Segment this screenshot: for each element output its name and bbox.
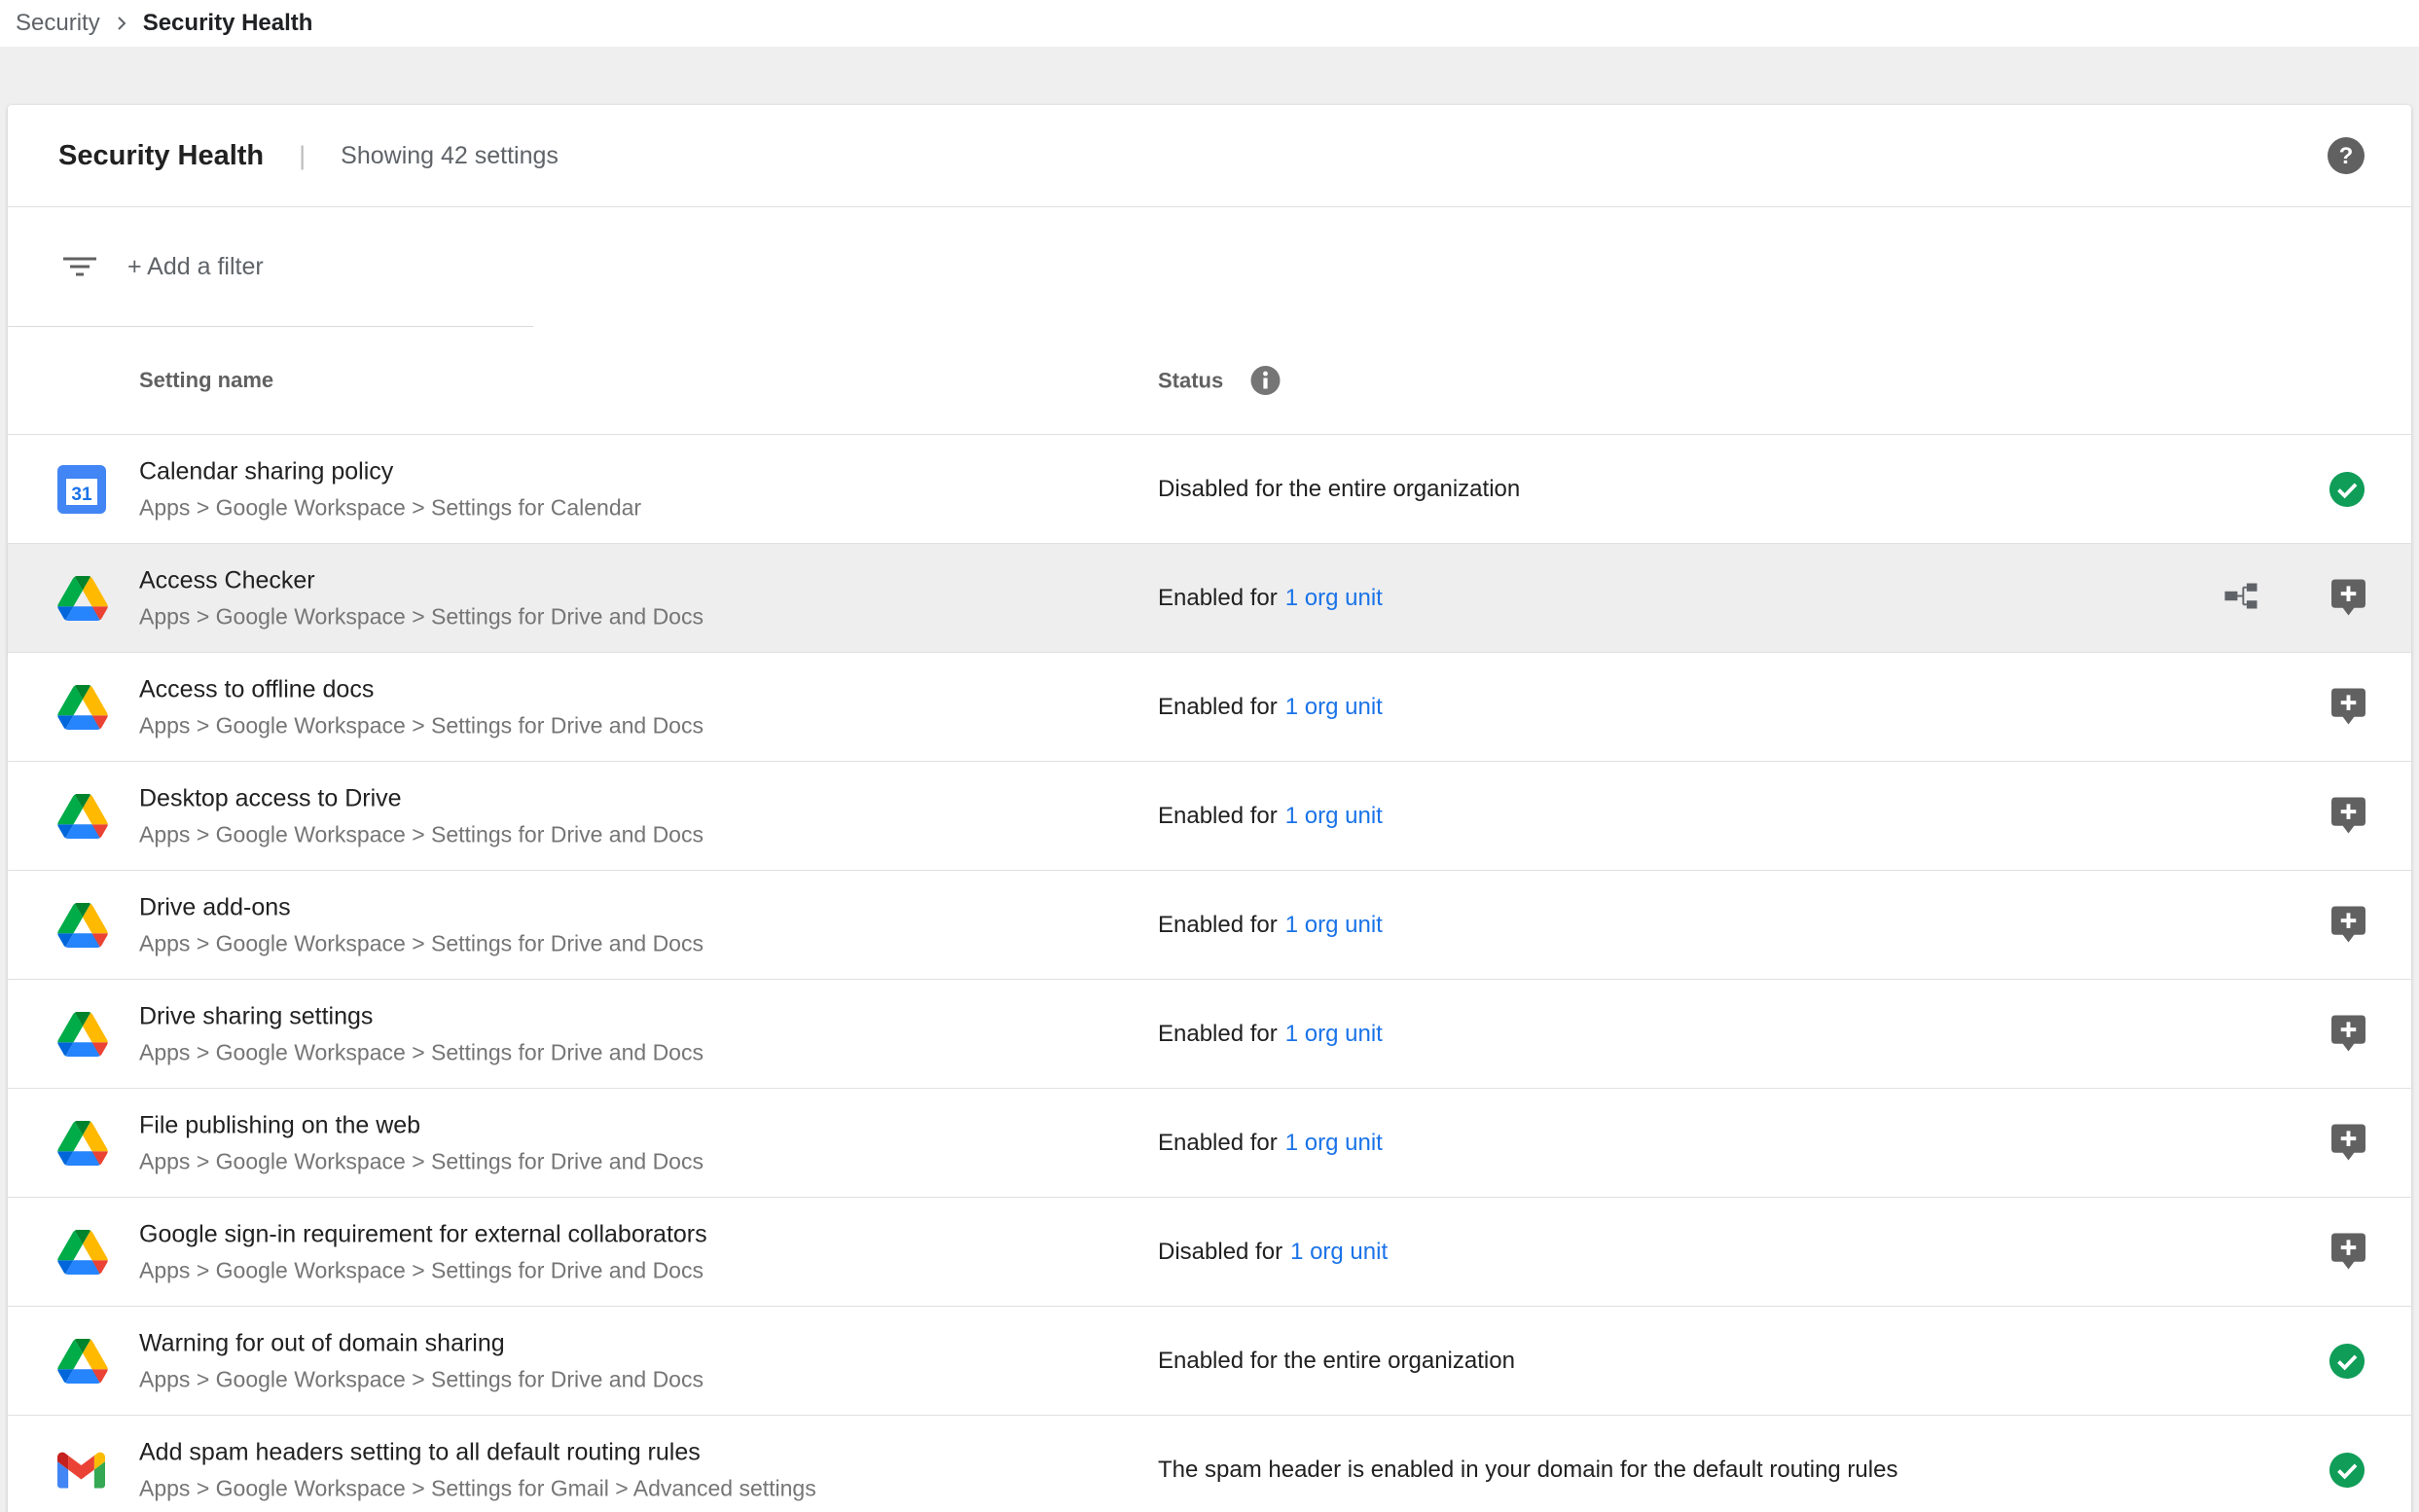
breadcrumb-chevron-icon xyxy=(112,14,131,33)
setting-name: Drive sharing settings xyxy=(139,1002,704,1030)
table-row[interactable]: 31 Warning for out of domai xyxy=(8,1307,2411,1416)
status-cell: Enabled for 1 org unit xyxy=(1158,912,1383,939)
status-cell: Disabled for the entire organization xyxy=(1158,476,1520,503)
breadcrumb-security-link[interactable]: Security xyxy=(16,10,100,37)
add-filter-button[interactable]: + Add a filter xyxy=(127,253,264,281)
security-health-card: Security Health | Showing 42 settings ? … xyxy=(8,105,2411,1512)
drive-icon xyxy=(57,576,108,621)
status-text: Enabled for xyxy=(1158,1130,1278,1156)
status-cell: The spam header is enabled in your domai… xyxy=(1158,1457,1897,1484)
status-text: Enabled for xyxy=(1158,694,1278,720)
setting-name: Calendar sharing policy xyxy=(139,457,641,486)
setting-name: Add spam headers setting to all default … xyxy=(139,1438,816,1466)
status-ok-icon xyxy=(2329,1452,2365,1489)
column-header-setting-name: Setting name xyxy=(139,368,273,393)
drive-icon xyxy=(57,903,108,948)
settings-count: Showing 42 settings xyxy=(341,142,559,170)
recommendation-icon[interactable] xyxy=(2331,579,2365,617)
org-unit-link[interactable]: 1 org unit xyxy=(1285,1130,1383,1156)
recommendation-icon[interactable] xyxy=(2331,1233,2365,1271)
table-row[interactable]: 31 Calendar sharing policy xyxy=(8,435,2411,544)
status-cell: Enabled for 1 org unit xyxy=(1158,1021,1383,1048)
setting-path: Apps > Google Workspace > Settings for D… xyxy=(139,603,704,630)
breadcrumb-current: Security Health xyxy=(143,10,313,37)
table-row[interactable]: 31 Google sign-in requireme xyxy=(8,1198,2411,1307)
calendar-icon: 31 xyxy=(57,465,106,514)
recommendation-icon[interactable] xyxy=(2331,688,2365,726)
table-row[interactable]: 31 Drive add-ons Apps xyxy=(8,871,2411,980)
recommendation-icon[interactable] xyxy=(2331,797,2365,835)
status-text: Enabled for xyxy=(1158,585,1278,611)
org-unit-link[interactable]: 1 org unit xyxy=(1290,1239,1388,1265)
status-text: The spam header is enabled in your domai… xyxy=(1158,1457,1897,1483)
org-unit-link[interactable]: 1 org unit xyxy=(1285,585,1383,611)
setting-name: Desktop access to Drive xyxy=(139,784,704,812)
table-row[interactable]: 31 File publishing on the w xyxy=(8,1089,2411,1198)
drive-icon xyxy=(57,1230,108,1275)
filter-row: + Add a filter xyxy=(8,207,2411,326)
setting-name: Warning for out of domain sharing xyxy=(139,1329,704,1357)
setting-name: Google sign-in requirement for external … xyxy=(139,1220,707,1248)
page-title: Security Health xyxy=(58,140,264,172)
status-text: Enabled for xyxy=(1158,803,1278,829)
table-row[interactable]: 31 Add spam headers setting xyxy=(8,1416,2411,1512)
org-unit-icon[interactable] xyxy=(2224,583,2257,613)
org-unit-link[interactable]: 1 org unit xyxy=(1285,694,1383,720)
setting-path: Apps > Google Workspace > Settings for D… xyxy=(139,821,704,847)
status-cell: Disabled for 1 org unit xyxy=(1158,1239,1388,1266)
status-cell: Enabled for 1 org unit xyxy=(1158,1130,1383,1157)
drive-icon xyxy=(57,794,108,839)
help-icon: ? xyxy=(2327,136,2365,175)
setting-name: Access to offline docs xyxy=(139,675,704,703)
table-body: 31 Calendar sharing policy xyxy=(8,435,2411,1512)
info-icon[interactable] xyxy=(1250,366,1281,396)
drive-icon xyxy=(57,685,108,730)
org-unit-link[interactable]: 1 org unit xyxy=(1285,803,1383,829)
setting-path: Apps > Google Workspace > Settings for D… xyxy=(139,1148,704,1174)
status-ok-icon xyxy=(2329,471,2365,508)
table-row[interactable]: 31 Access to offline docs xyxy=(8,653,2411,762)
setting-path: Apps > Google Workspace > Settings for D… xyxy=(139,712,704,738)
recommendation-icon[interactable] xyxy=(2331,1015,2365,1053)
setting-path: Apps > Google Workspace > Settings for G… xyxy=(139,1475,816,1501)
card-header: Security Health | Showing 42 settings ? xyxy=(8,105,2411,207)
recommendation-icon[interactable] xyxy=(2331,1124,2365,1162)
filter-icon xyxy=(61,255,98,278)
org-unit-link[interactable]: 1 org unit xyxy=(1285,1021,1383,1047)
table-row[interactable]: 31 Access Checker App xyxy=(8,544,2411,653)
recommendation-icon[interactable] xyxy=(2331,906,2365,944)
column-header-status: Status xyxy=(1158,368,1223,393)
drive-icon xyxy=(57,1012,108,1057)
setting-path: Apps > Google Workspace > Settings for D… xyxy=(139,930,704,956)
status-text: Disabled for xyxy=(1158,1239,1282,1265)
status-cell: Enabled for 1 org unit xyxy=(1158,803,1383,830)
breadcrumb: Security Security Health xyxy=(0,0,2419,47)
setting-path: Apps > Google Workspace > Settings for C… xyxy=(139,494,641,521)
status-text: Disabled for the entire organization xyxy=(1158,476,1520,502)
title-divider: | xyxy=(299,141,306,171)
table-row[interactable]: 31 Drive sharing settings xyxy=(8,980,2411,1089)
setting-name: Access Checker xyxy=(139,566,704,594)
setting-path: Apps > Google Workspace > Settings for D… xyxy=(139,1257,707,1283)
setting-path: Apps > Google Workspace > Settings for D… xyxy=(139,1366,704,1392)
help-button[interactable]: ? xyxy=(2327,136,2365,175)
table-row[interactable]: 31 Desktop access to Drive xyxy=(8,762,2411,871)
setting-name: File publishing on the web xyxy=(139,1111,704,1139)
status-text: Enabled for the entire organization xyxy=(1158,1348,1515,1374)
status-text: Enabled for xyxy=(1158,1021,1278,1047)
org-unit-link[interactable]: 1 org unit xyxy=(1285,912,1383,938)
setting-path: Apps > Google Workspace > Settings for D… xyxy=(139,1039,704,1065)
status-cell: Enabled for 1 org unit xyxy=(1158,585,1383,612)
svg-text:?: ? xyxy=(2339,143,2354,169)
drive-icon xyxy=(57,1121,108,1166)
table-header: Setting name Status xyxy=(8,327,2411,435)
svg-text:31: 31 xyxy=(71,485,92,505)
drive-icon xyxy=(57,1339,108,1384)
status-cell: Enabled for the entire organization xyxy=(1158,1348,1515,1375)
status-ok-icon xyxy=(2329,1343,2365,1380)
gmail-icon xyxy=(57,1452,105,1488)
status-cell: Enabled for 1 org unit xyxy=(1158,694,1383,721)
setting-name: Drive add-ons xyxy=(139,893,704,921)
status-text: Enabled for xyxy=(1158,912,1278,938)
